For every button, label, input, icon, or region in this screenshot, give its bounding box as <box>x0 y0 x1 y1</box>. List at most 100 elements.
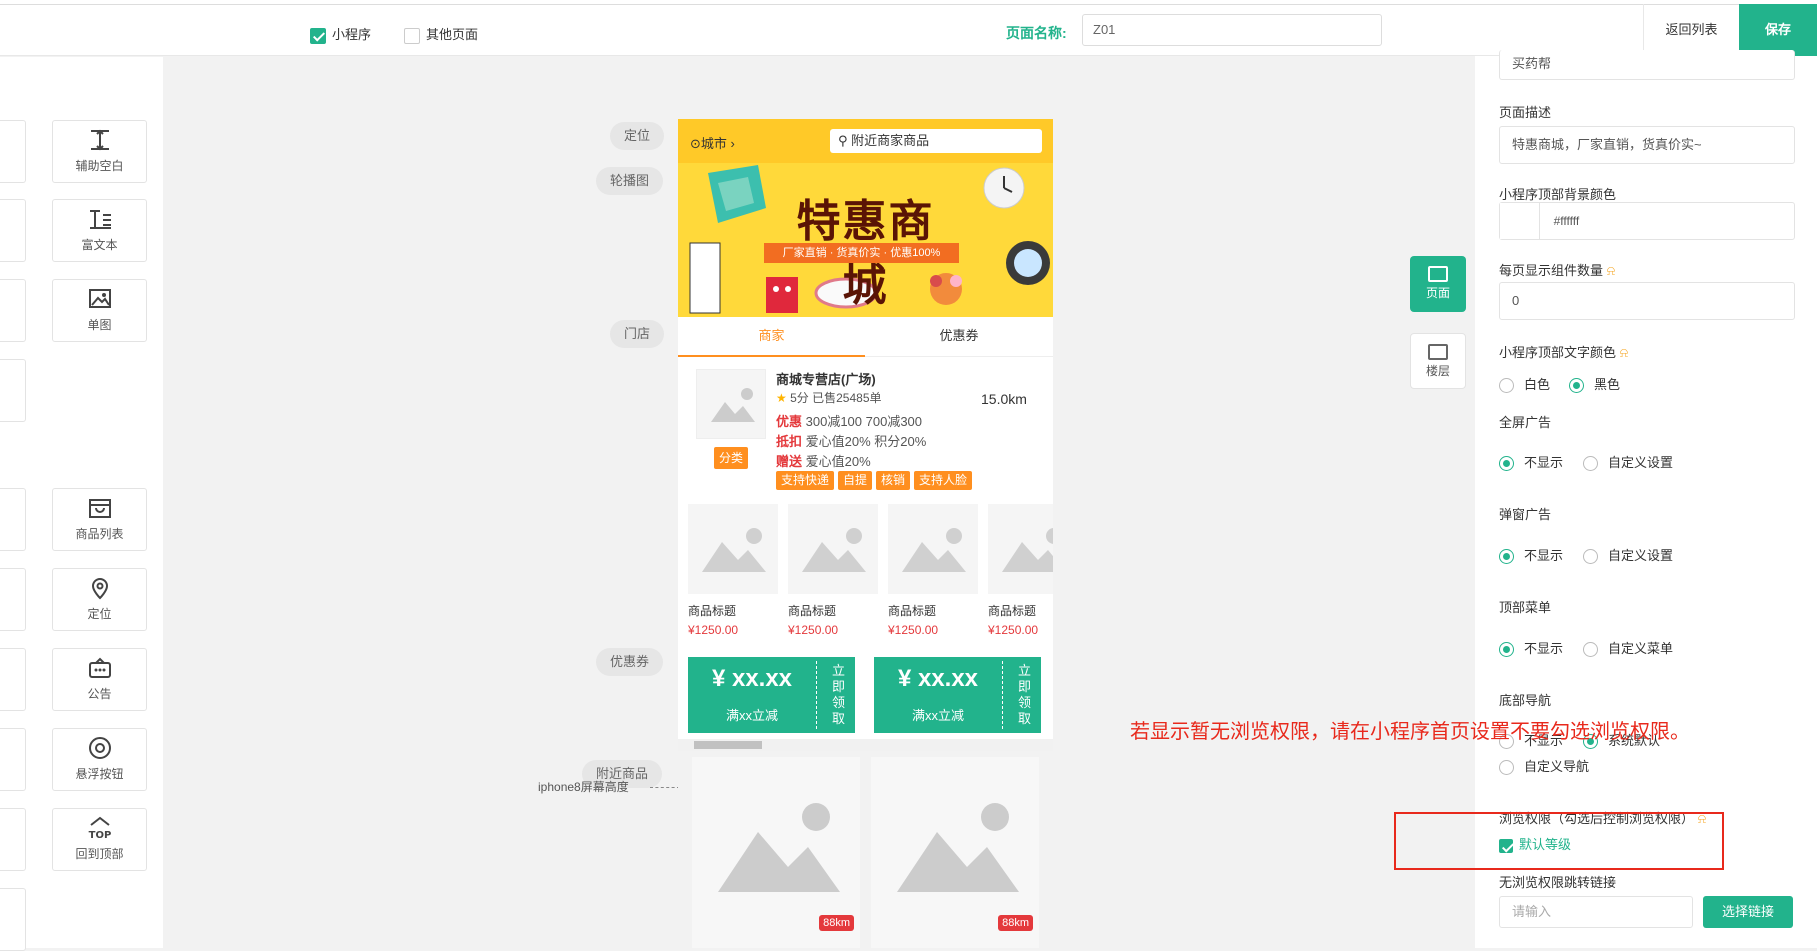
top-menu-hide-radio[interactable]: 不显示 <box>1499 638 1563 658</box>
distance-badge: 88km <box>819 915 854 931</box>
category-tag[interactable]: 分类 <box>714 447 749 469</box>
store-tag: 核销 <box>876 471 911 490</box>
page-icon <box>1428 266 1448 282</box>
choose-link-button[interactable]: 选择链接 <box>1703 896 1793 928</box>
coupon-divider <box>1002 661 1003 729</box>
layers-icon <box>1428 344 1448 360</box>
horizontal-scrollbar[interactable] <box>678 739 1053 751</box>
floor-settings-button[interactable]: 楼层 <box>1410 333 1466 389</box>
component-stub[interactable] <box>0 279 26 342</box>
bottom-nav-custom-radio[interactable]: 自定义导航 <box>1499 756 1589 776</box>
save-button[interactable]: 保存 <box>1739 4 1817 56</box>
section-label-store[interactable]: 门店 <box>610 320 665 348</box>
rich-text-icon <box>89 210 111 229</box>
popup-ad-custom-radio[interactable]: 自定义设置 <box>1583 545 1673 565</box>
top-menu-custom-radio[interactable]: 自定义菜单 <box>1583 638 1673 658</box>
back-to-list-button[interactable]: 返回列表 <box>1643 4 1739 56</box>
component-stub[interactable] <box>0 359 26 422</box>
fullscreen-ad-label: 全屏广告 <box>1499 415 1552 430</box>
component-stub[interactable] <box>0 199 26 262</box>
location-icon <box>91 578 108 600</box>
component-rich-text[interactable]: 富文本 <box>52 199 147 262</box>
nearby-card[interactable]: 88km <box>692 757 860 948</box>
image-placeholder-icon <box>702 528 766 572</box>
product-price: ¥1250.00 <box>988 623 1039 637</box>
product-image <box>788 504 878 594</box>
coupon-card[interactable]: ¥ xx.xx 满xx立减 立即领取 <box>688 657 855 733</box>
image-placeholder-icon <box>711 388 755 422</box>
bg-color-label: 小程序顶部背景颜色 <box>1499 187 1617 202</box>
store-card[interactable]: 分类 商城专营店(广场) ★ 5分 已售25485单 15.0km 优惠 300… <box>678 359 1053 499</box>
product-card[interactable]: 商品标题 ¥1250.00 <box>688 504 778 637</box>
tab-coupon[interactable]: 优惠券 <box>865 317 1053 357</box>
iphone-height-hint: iphone8屏幕高度 <box>538 780 629 794</box>
component-stub[interactable] <box>0 488 26 551</box>
product-price: ¥1250.00 <box>788 623 839 637</box>
section-label-carousel[interactable]: 轮播图 <box>596 167 664 195</box>
text-color-black-radio[interactable]: 黑色 <box>1569 374 1620 394</box>
color-swatch[interactable] <box>1500 203 1540 239</box>
popup-ad-hide-radio[interactable]: 不显示 <box>1499 545 1563 565</box>
fullscreen-ad-custom-radio[interactable]: 自定义设置 <box>1583 452 1673 472</box>
product-card[interactable]: 商品标题 ¥1250.00 <box>788 504 878 637</box>
component-stub[interactable] <box>0 728 26 791</box>
product-card[interactable]: 商品标题 ¥1250.00 <box>988 504 1053 637</box>
store-tag: 自提 <box>838 471 873 490</box>
banner-carousel[interactable]: 特惠商城 厂家直销 · 货真价实 · 优惠100% <box>678 163 1053 317</box>
page-name-input[interactable]: Z01 <box>1082 14 1382 46</box>
component-product-list[interactable]: 商品列表 <box>52 488 147 551</box>
coupon-claim-button[interactable]: 立即领取 <box>1018 663 1032 727</box>
radio-checked-icon <box>1569 378 1584 394</box>
search-icon: ⚲ <box>838 133 852 148</box>
coupon-amount: ¥ xx.xx <box>897 665 979 692</box>
per-page-input[interactable]: 0 <box>1499 282 1795 320</box>
page-settings-button[interactable]: 页面 <box>1410 256 1466 312</box>
component-stub[interactable] <box>0 888 26 951</box>
image-placeholder-icon <box>802 528 866 572</box>
product-image <box>988 504 1053 594</box>
component-stub[interactable] <box>0 808 26 871</box>
coupon-claim-button[interactable]: 立即领取 <box>832 663 846 727</box>
component-blank[interactable]: 辅助空白 <box>52 120 147 183</box>
radio-checked-icon <box>1499 549 1514 565</box>
fullscreen-ad-hide-radio[interactable]: 不显示 <box>1499 452 1563 472</box>
text-color-white-radio[interactable]: 白色 <box>1499 374 1550 394</box>
store-tags: 支持快递 自提 核销 支持人脸 <box>776 471 976 490</box>
component-back-to-top[interactable]: TOP 回到顶部 <box>52 808 147 871</box>
component-stub[interactable] <box>0 648 26 711</box>
section-label-location[interactable]: 定位 <box>610 122 665 150</box>
component-stub[interactable] <box>0 120 26 183</box>
other-pages-checkbox[interactable]: 其他页面 <box>404 24 478 44</box>
per-page-label: 每页显示组件数量 ⍾ <box>1499 263 1616 278</box>
float-button-icon <box>88 737 111 759</box>
product-price: ¥1250.00 <box>888 623 939 637</box>
section-label-coupon[interactable]: 优惠券 <box>596 648 664 676</box>
city-selector[interactable]: ⊙城市 › <box>690 133 735 152</box>
product-card[interactable]: 商品标题 ¥1250.00 <box>888 504 978 637</box>
blank-icon <box>90 129 109 151</box>
bg-color-input[interactable]: #ffffff <box>1499 202 1795 240</box>
coupon-card[interactable]: ¥ xx.xx 满xx立减 立即领取 <box>874 657 1041 733</box>
desc-input[interactable]: 特惠商城，厂家直销，货真价实~ <box>1499 126 1795 164</box>
radio-checked-icon <box>1499 456 1514 472</box>
scrollbar-thumb[interactable] <box>694 741 762 749</box>
promo-row: 赠送 爱心值20% <box>776 454 871 469</box>
product-title: 商品标题 <box>688 604 737 618</box>
banner-subtitle: 厂家直销 · 货真价实 · 优惠100% <box>764 243 959 263</box>
redirect-link-input[interactable]: 请输入 <box>1499 896 1693 928</box>
component-location[interactable]: 定位 <box>52 568 147 631</box>
search-input[interactable]: ⚲ 附近商家商品 <box>830 129 1042 153</box>
image-placeholder-icon <box>897 803 1019 892</box>
miniprogram-checkbox[interactable]: 小程序 <box>310 24 371 44</box>
location-bar[interactable]: ⊙城市 › ⚲ 附近商家商品 <box>678 119 1053 163</box>
component-notice[interactable]: 公告 <box>52 648 147 711</box>
nearby-card[interactable]: 88km <box>871 757 1039 948</box>
component-single-image[interactable]: 单图 <box>52 279 147 342</box>
tab-merchant[interactable]: 商家 <box>678 317 865 357</box>
annotation-highlight-box <box>1394 812 1724 870</box>
back-to-top-icon: TOP <box>88 816 111 841</box>
component-float-button[interactable]: 悬浮按钮 <box>52 728 147 791</box>
component-stub[interactable] <box>0 568 26 631</box>
location-pin-icon: ⊙ <box>690 136 701 151</box>
page-title-input[interactable]: 买药帮 <box>1499 50 1795 80</box>
